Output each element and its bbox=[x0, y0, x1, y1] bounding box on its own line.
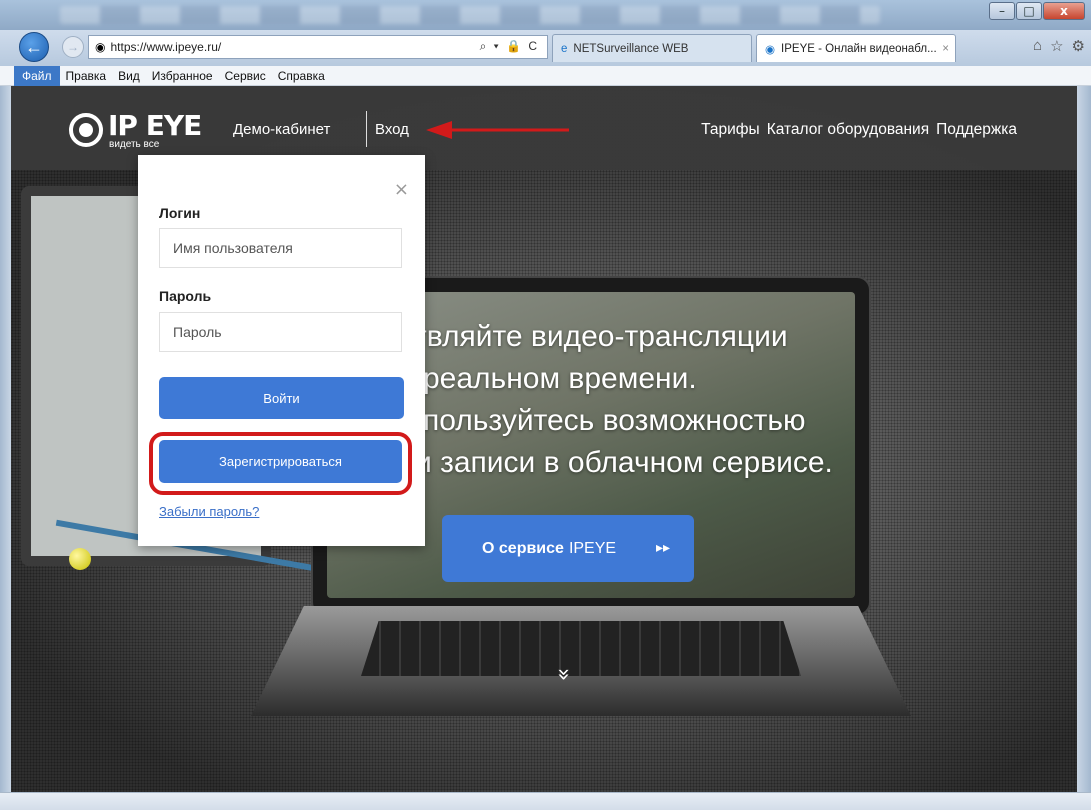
menu-tools[interactable]: Сервис bbox=[219, 66, 272, 86]
window-frame-left bbox=[0, 86, 11, 792]
web-page: IP EYE видеть все Демо-кабинет Вход Тари… bbox=[11, 86, 1077, 792]
nav-tariffs[interactable]: Тарифы bbox=[701, 121, 760, 139]
close-button[interactable]: x bbox=[1043, 2, 1085, 20]
home-icon[interactable]: ⌂ bbox=[1033, 37, 1042, 55]
tab-ipeye[interactable]: ◉ IPEYE - Онлайн видеонабл... × bbox=[756, 34, 956, 62]
register-button[interactable]: Зарегистрироваться bbox=[159, 440, 402, 483]
window-titlebar: – □ x bbox=[0, 0, 1091, 30]
browser-toolbar-icons: ⌂ ☆ ⚙ bbox=[1033, 37, 1085, 55]
browser-navbar: ← → ◉ https://www.ipeye.ru/ ⌕ ▾ 🔒 C e NE… bbox=[0, 30, 1091, 66]
fast-forward-icon: ▸▸ bbox=[655, 539, 670, 555]
login-submit-button[interactable]: Войти bbox=[159, 377, 404, 419]
about-button-brand: IPEYE bbox=[568, 539, 617, 557]
maximize-button[interactable]: □ bbox=[1016, 2, 1042, 20]
menu-help[interactable]: Справка bbox=[272, 66, 331, 86]
about-service-button[interactable]: О сервисе IPEYE ▸▸ bbox=[442, 515, 694, 582]
menu-favorites[interactable]: Избранное bbox=[146, 66, 219, 86]
tab-label: NETSurveillance WEB bbox=[573, 42, 689, 55]
site-favicon-icon: ◉ bbox=[765, 43, 776, 56]
nav-right-links: Тарифы Каталог оборудования Поддержка bbox=[701, 121, 1017, 139]
menu-view[interactable]: Вид bbox=[112, 66, 146, 86]
nav-divider bbox=[366, 111, 367, 147]
eye-logo-icon bbox=[69, 113, 103, 147]
nav-login[interactable]: Вход bbox=[375, 121, 409, 138]
password-input[interactable] bbox=[159, 312, 402, 352]
nav-support[interactable]: Поддержка bbox=[936, 121, 1017, 139]
tab-label: IPEYE - Онлайн видеонабл... bbox=[781, 42, 937, 55]
settings-icon[interactable]: ⚙ bbox=[1072, 37, 1085, 55]
login-label: Логин bbox=[159, 205, 201, 221]
window-controls: – □ x bbox=[989, 2, 1085, 20]
back-button[interactable]: ← bbox=[19, 32, 49, 62]
favorites-icon[interactable]: ☆ bbox=[1050, 37, 1063, 55]
scroll-down-icon[interactable]: » bbox=[551, 668, 576, 681]
forward-arrow-icon: → bbox=[67, 40, 79, 54]
ipeye-logo[interactable]: IP EYE видеть все bbox=[69, 109, 202, 150]
back-arrow-icon: ← bbox=[25, 36, 43, 57]
close-icon[interactable]: × bbox=[394, 179, 409, 200]
logo-tagline: видеть все bbox=[109, 139, 160, 150]
url-text: https://www.ipeye.ru/ bbox=[110, 40, 222, 54]
tab-netsurveillance[interactable]: e NETSurveillance WEB bbox=[552, 34, 752, 62]
minimize-button[interactable]: – bbox=[989, 2, 1015, 20]
ie-icon: e bbox=[561, 42, 568, 55]
forgot-password-link[interactable]: Забыли пароль? bbox=[159, 504, 259, 519]
username-input[interactable] bbox=[159, 228, 402, 268]
status-bar bbox=[0, 792, 1091, 810]
blurred-toolbar bbox=[60, 6, 880, 24]
window-frame-right bbox=[1077, 86, 1091, 792]
background-ball bbox=[69, 548, 91, 570]
about-button-label: О сервисе bbox=[482, 539, 564, 557]
address-bar[interactable]: ◉ https://www.ipeye.ru/ ⌕ ▾ 🔒 C bbox=[88, 35, 548, 59]
tab-close-icon[interactable]: × bbox=[942, 43, 949, 55]
menu-file[interactable]: Файл bbox=[14, 65, 60, 86]
menu-bar: Файл Правка Вид Избранное Сервис Справка bbox=[0, 65, 1091, 86]
address-tools[interactable]: ⌕ ▾ 🔒 C bbox=[480, 39, 539, 54]
nav-equipment-catalog[interactable]: Каталог оборудования bbox=[767, 121, 929, 139]
login-popup: × Логин Пароль Войти Зарегистрироваться … bbox=[138, 155, 425, 546]
nav-demo-cabinet[interactable]: Демо-кабинет bbox=[233, 121, 330, 138]
password-label: Пароль bbox=[159, 288, 212, 304]
logo-text: IP EYE bbox=[108, 109, 202, 142]
site-favicon-icon: ◉ bbox=[95, 40, 106, 54]
annotation-arrow-icon bbox=[426, 121, 569, 139]
forward-button[interactable]: → bbox=[62, 36, 84, 58]
menu-edit[interactable]: Правка bbox=[60, 66, 113, 86]
